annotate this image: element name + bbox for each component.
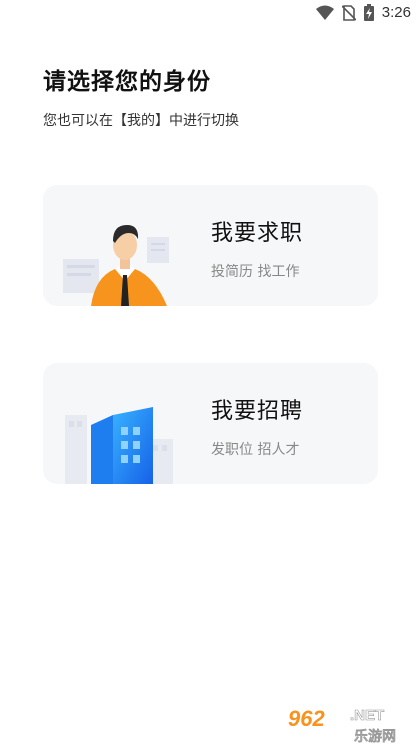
battery-charging-icon [363,4,374,21]
watermark-logo: 962 .NET 乐游网 [284,704,419,746]
card-title: 我要招聘 [211,399,304,424]
page-title: 请选择您的身份 [43,69,211,95]
wifi-icon [315,5,334,21]
job-seeker-icon [43,185,203,306]
page-subtitle: 您也可以在【我的】中进行切换 [43,113,239,129]
watermark-suffix: .NET [350,707,385,725]
header: 请选择您的身份 您也可以在【我的】中进行切换 [43,62,239,130]
watermark-main: 962 [288,706,325,731]
office-building-icon [43,363,203,484]
no-sim-icon [341,4,356,21]
card-title: 我要求职 [211,221,304,246]
job-seeker-card[interactable]: 我要求职 投简历 找工作 [43,185,378,306]
card-desc: 投简历 找工作 [211,264,300,280]
status-time: 3:26 [381,4,411,21]
status-bar: 3:26 [0,0,419,28]
watermark-sub: 乐游网 [354,729,396,745]
card-desc: 发职位 招人才 [211,442,300,458]
recruiter-card[interactable]: 我要招聘 发职位 招人才 [43,363,378,484]
